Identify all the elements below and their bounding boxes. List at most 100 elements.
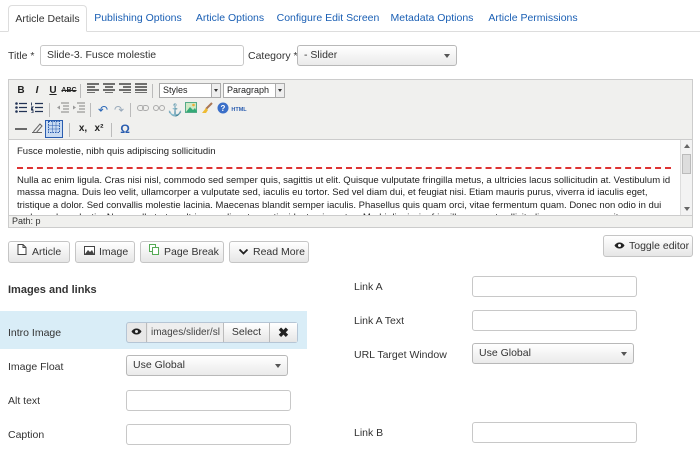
- superscript-icon[interactable]: x²: [91, 121, 107, 137]
- styles-select[interactable]: Styles: [159, 83, 221, 98]
- tab-configure-edit-screen[interactable]: Configure Edit Screen: [272, 5, 384, 32]
- chevron-down-icon: [444, 54, 450, 58]
- editor-scrollbar[interactable]: [680, 140, 692, 215]
- cleanup-icon[interactable]: [199, 102, 215, 118]
- editor-first-line: Fusce molestie, nibh quis adipiscing sol…: [17, 146, 216, 157]
- toggle-editor-label: Toggle editor: [629, 240, 690, 252]
- toolbar-divider: [49, 103, 50, 117]
- image-float-select[interactable]: Use Global: [126, 355, 288, 376]
- copy-icon: [147, 243, 161, 263]
- tab-article-permissions[interactable]: Article Permissions: [480, 5, 586, 32]
- special-char-icon[interactable]: Ω: [117, 121, 133, 137]
- caption-label: Caption: [8, 429, 45, 441]
- alt-text-label: Alt text: [8, 395, 41, 407]
- strikethrough-icon[interactable]: ABC: [61, 83, 77, 99]
- chevron-down-icon: [275, 84, 284, 97]
- image-float-label: Image Float: [8, 361, 64, 373]
- chevron-down-icon: [275, 364, 281, 368]
- url-target-value: Use Global: [479, 347, 531, 359]
- url-target-select[interactable]: Use Global: [472, 343, 634, 364]
- toolbar-divider: [111, 123, 112, 137]
- bold-icon[interactable]: B: [13, 83, 29, 99]
- tab-article-details[interactable]: Article Details: [8, 5, 87, 32]
- toolbar-divider: [130, 103, 131, 117]
- align-center-icon[interactable]: [101, 83, 117, 99]
- page-break-button-label: Page Break: [164, 246, 219, 258]
- undo-icon[interactable]: ↶: [95, 102, 111, 118]
- unlink-icon[interactable]: [151, 102, 167, 118]
- format-select[interactable]: Paragraph: [223, 83, 285, 98]
- tab-article-options[interactable]: Article Options: [189, 5, 271, 32]
- numbered-list-icon[interactable]: [29, 102, 45, 118]
- indent-icon[interactable]: [71, 102, 87, 118]
- link-b-label: Link B: [354, 427, 384, 439]
- eye-icon[interactable]: [127, 323, 147, 342]
- toggle-editor-button[interactable]: Toggle editor: [603, 235, 693, 257]
- editor-path: Path: p: [9, 215, 692, 227]
- align-left-icon[interactable]: [85, 83, 101, 99]
- title-label: Title *: [8, 50, 35, 62]
- toolbar-divider: [152, 84, 153, 98]
- image-float-value: Use Global: [133, 359, 185, 371]
- rich-text-editor: B I U ABC Styles Paragraph ↶ ↷ ⚓ ? HTML: [8, 79, 693, 228]
- title-input[interactable]: Slide-3. Fusce molestie: [40, 45, 244, 66]
- alt-text-input[interactable]: [126, 390, 291, 411]
- tab-bar: Article Details Publishing Options Artic…: [0, 0, 700, 32]
- visual-aid-icon[interactable]: [45, 120, 63, 138]
- svg-text:?: ?: [221, 104, 226, 113]
- read-more-button-label: Read More: [253, 246, 305, 258]
- editor-content[interactable]: Fusce molestie, nibh quis adipiscing sol…: [9, 140, 679, 215]
- scroll-up-icon[interactable]: [684, 144, 690, 148]
- outdent-icon[interactable]: [55, 102, 71, 118]
- underline-icon[interactable]: U: [45, 83, 61, 99]
- remove-format-icon[interactable]: [29, 121, 45, 137]
- scroll-down-icon[interactable]: [684, 207, 690, 211]
- align-right-icon[interactable]: [117, 83, 133, 99]
- intro-image-select-button[interactable]: Select: [223, 323, 269, 342]
- editor-paragraph: Nulla ac enim ligula. Cras nisi nisl, co…: [17, 174, 671, 216]
- picture-icon: [82, 243, 96, 263]
- link-a-text-label: Link A Text: [354, 315, 405, 327]
- category-label: Category *: [248, 50, 298, 62]
- category-select-value: - Slider: [304, 49, 338, 61]
- tab-publishing-options[interactable]: Publishing Options: [88, 5, 188, 32]
- article-icon: [15, 243, 29, 263]
- chevron-down-icon: [621, 352, 627, 356]
- subscript-icon[interactable]: x,: [75, 121, 91, 137]
- link-a-text-input[interactable]: [472, 310, 637, 331]
- anchor-icon[interactable]: ⚓: [167, 102, 183, 118]
- close-icon[interactable]: ✖: [269, 323, 297, 342]
- images-links-heading: Images and links: [8, 284, 97, 296]
- link-b-input[interactable]: [472, 422, 637, 443]
- bullet-list-icon[interactable]: [13, 102, 29, 118]
- horizontal-rule-icon[interactable]: [13, 121, 29, 137]
- help-icon[interactable]: ?: [215, 102, 231, 118]
- readmore-separator: [17, 166, 671, 169]
- tab-metadata-options[interactable]: Metadata Options: [385, 5, 479, 32]
- image-button[interactable]: Image: [75, 241, 135, 263]
- toolbar-divider: [90, 103, 91, 117]
- caption-input[interactable]: [126, 424, 291, 445]
- url-target-label: URL Target Window: [354, 349, 447, 361]
- image-icon[interactable]: [183, 102, 199, 118]
- editor-toolbar: B I U ABC Styles Paragraph ↶ ↷ ⚓ ? HTML: [9, 80, 692, 140]
- article-button[interactable]: Article: [8, 241, 70, 263]
- page-break-button[interactable]: Page Break: [140, 241, 224, 263]
- html-icon[interactable]: HTML: [231, 102, 247, 118]
- link-icon[interactable]: [135, 102, 151, 118]
- link-a-label: Link A: [354, 281, 383, 293]
- redo-icon[interactable]: ↷: [111, 102, 127, 118]
- intro-image-path: images/slider/sl: [148, 323, 223, 342]
- align-justify-icon[interactable]: [133, 83, 149, 99]
- italic-icon[interactable]: I: [29, 83, 45, 99]
- category-select[interactable]: - Slider: [297, 45, 457, 66]
- eye-icon: [612, 237, 626, 257]
- chevron-down-icon: [236, 243, 250, 263]
- image-button-label: Image: [99, 246, 129, 258]
- toolbar-divider: [80, 84, 81, 98]
- styles-select-value: Styles: [163, 85, 188, 95]
- link-a-input[interactable]: [472, 276, 637, 297]
- scroll-thumb[interactable]: [682, 154, 691, 174]
- read-more-button[interactable]: Read More: [229, 241, 309, 263]
- intro-image-field: images/slider/sl Select ✖: [126, 322, 298, 343]
